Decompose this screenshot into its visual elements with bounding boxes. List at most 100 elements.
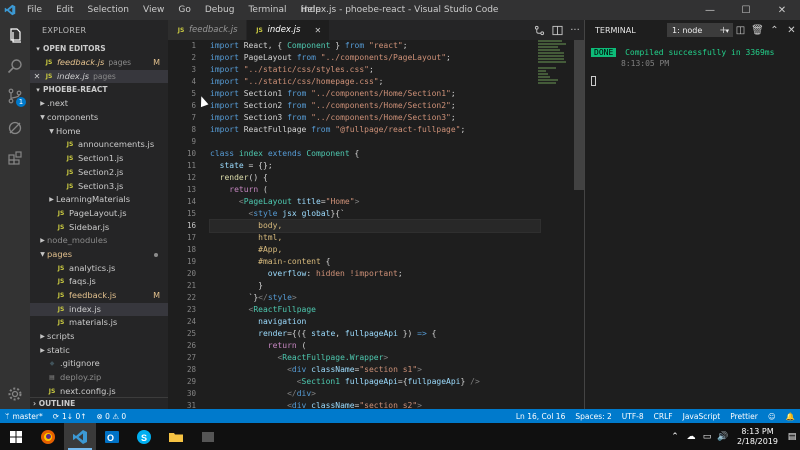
tree-folder[interactable]: ▶ scripts: [30, 330, 168, 344]
notifications-bell-icon[interactable]: 🔔: [781, 409, 800, 423]
tree-folder[interactable]: ▼ components: [30, 111, 168, 125]
prettier-status[interactable]: Prettier: [725, 409, 763, 423]
code-line[interactable]: </div>: [210, 388, 540, 400]
maximize-button[interactable]: ☐: [728, 0, 764, 20]
code-line[interactable]: }: [210, 280, 540, 292]
tree-file[interactable]: JS Section2.js: [30, 166, 168, 180]
onedrive-icon[interactable]: ☁: [683, 423, 699, 450]
sync-status[interactable]: ⟳ 1↓ 0↑: [48, 409, 92, 423]
code-line[interactable]: import Section3 from "../components/Home…: [210, 112, 540, 124]
code-line[interactable]: import React, { Component } from "react"…: [210, 40, 540, 52]
source-control-icon[interactable]: 1: [0, 82, 30, 110]
code-line[interactable]: <Section1 fullpageApi={fullpageApi} />: [210, 376, 540, 388]
code-line[interactable]: <PageLayout title="Home">: [210, 196, 540, 208]
app-window-icon[interactable]: [192, 423, 224, 450]
close-window-button[interactable]: ✕: [764, 0, 800, 20]
tree-file[interactable]: JS announcements.js: [30, 138, 168, 152]
tree-file[interactable]: JS Section1.js: [30, 152, 168, 166]
network-icon[interactable]: ▭: [699, 423, 715, 450]
code-line[interactable]: return (: [210, 184, 540, 196]
code-content[interactable]: import React, { Component } from "react"…: [209, 40, 541, 409]
close-panel-icon[interactable]: ✕: [783, 20, 800, 40]
menu-view[interactable]: View: [136, 0, 171, 20]
git-branch[interactable]: ᛘ master*: [0, 409, 48, 423]
tab-feedback-js[interactable]: JS feedback.js: [168, 20, 247, 40]
new-terminal-icon[interactable]: +: [715, 20, 732, 40]
code-line[interactable]: #App,: [210, 244, 540, 256]
project-header[interactable]: ▾ PHOEBE-REACT: [30, 83, 168, 97]
editor-scrollbar[interactable]: [574, 40, 584, 409]
outlook-icon[interactable]: O: [96, 423, 128, 450]
terminal-tab[interactable]: TERMINAL: [595, 26, 636, 35]
tree-folder[interactable]: ▶ static: [30, 344, 168, 358]
tree-file[interactable]: JS materials.js: [30, 316, 168, 330]
menu-terminal[interactable]: Terminal: [241, 0, 293, 20]
tree-file[interactable]: JS Sidebar.js: [30, 221, 168, 235]
windows-start-icon[interactable]: [0, 423, 32, 450]
close-icon[interactable]: ✕: [30, 70, 44, 84]
code-line[interactable]: navigation: [210, 316, 540, 328]
open-editors-header[interactable]: ▾ OPEN EDITORS: [30, 42, 168, 56]
chevron-up-icon[interactable]: ⌃: [667, 423, 683, 450]
code-line[interactable]: <style jsx global}{`: [210, 208, 540, 220]
split-editor-icon[interactable]: [548, 20, 566, 40]
code-line[interactable]: [210, 136, 540, 148]
indentation[interactable]: Spaces: 2: [570, 409, 616, 423]
extensions-icon[interactable]: [0, 144, 30, 172]
code-line[interactable]: #main-content {: [210, 256, 540, 268]
volume-icon[interactable]: 🔊: [715, 423, 731, 450]
cursor-position[interactable]: Ln 16, Col 16: [511, 409, 570, 423]
code-line[interactable]: import ReactFullpage from "@fullpage/rea…: [210, 124, 540, 136]
code-line[interactable]: <ReactFullpage.Wrapper>: [210, 352, 540, 364]
code-line[interactable]: import Section1 from "../components/Home…: [210, 88, 540, 100]
tree-file[interactable]: JS analytics.js: [30, 262, 168, 276]
tree-file[interactable]: JS PageLayout.js: [30, 207, 168, 221]
debug-icon[interactable]: [0, 114, 30, 142]
minimap[interactable]: [538, 40, 570, 100]
outline-header[interactable]: › OUTLINE: [30, 397, 168, 409]
split-terminal-icon[interactable]: ◫: [732, 20, 749, 40]
skype-icon[interactable]: S: [128, 423, 160, 450]
close-tab-icon[interactable]: ✕: [314, 26, 321, 35]
encoding[interactable]: UTF-8: [617, 409, 649, 423]
open-changes-icon[interactable]: [530, 20, 548, 40]
code-line[interactable]: <div className="section s1">: [210, 364, 540, 376]
end-of-line[interactable]: CRLF: [649, 409, 678, 423]
language-mode[interactable]: JavaScript: [678, 409, 726, 423]
code-line[interactable]: <ReactFullpage: [210, 304, 540, 316]
code-line[interactable]: import PageLayout from "../components/Pa…: [210, 52, 540, 64]
vscode-taskbar-icon[interactable]: [64, 423, 96, 450]
code-line[interactable]: import "../static/css/homepage.css";: [210, 76, 540, 88]
open-editor-item[interactable]: JS feedback.js pages M: [30, 56, 168, 70]
tree-file[interactable]: ◆ .gitignore: [30, 357, 168, 371]
feedback-smiley-icon[interactable]: ☺: [763, 409, 781, 423]
terminal-output[interactable]: DONE Compiled successfully in 3369ms 8:1…: [591, 48, 774, 86]
firefox-icon[interactable]: [32, 423, 64, 450]
taskbar-clock[interactable]: 8:13 PM 2/18/2019: [731, 427, 784, 447]
tree-folder[interactable]: ▶ node_modules: [30, 234, 168, 248]
minimize-button[interactable]: —: [692, 0, 728, 20]
tree-file[interactable]: JS Section3.js: [30, 180, 168, 194]
menu-selection[interactable]: Selection: [81, 0, 136, 20]
code-line[interactable]: body,: [209, 219, 541, 233]
code-line[interactable]: <div className="section s2">: [210, 400, 540, 409]
tab-index-js[interactable]: JS index.js ✕: [246, 20, 331, 40]
menu-debug[interactable]: Debug: [198, 0, 242, 20]
code-line[interactable]: render={({ state, fullpageApi }) => {: [210, 328, 540, 340]
search-icon[interactable]: [0, 52, 30, 80]
open-editor-item[interactable]: ✕ JS index.js pages: [30, 69, 168, 84]
maximize-panel-icon[interactable]: ⌃: [766, 20, 783, 40]
tree-folder[interactable]: ▼ pages: [30, 248, 168, 262]
code-line[interactable]: overflow: hidden !important;: [210, 268, 540, 280]
menu-edit[interactable]: Edit: [49, 0, 80, 20]
tree-folder[interactable]: ▶ .next: [30, 97, 168, 111]
kill-terminal-icon[interactable]: 🗑: [749, 20, 766, 40]
code-line[interactable]: render() {: [210, 172, 540, 184]
problems-status[interactable]: ⊗ 0 ⚠ 0: [92, 409, 132, 423]
more-actions-icon[interactable]: ···: [566, 20, 584, 40]
tree-folder[interactable]: ▼ Home: [30, 125, 168, 139]
code-line[interactable]: import Section2 from "../components/Home…: [210, 100, 540, 112]
code-line[interactable]: html,: [210, 232, 540, 244]
scrollbar-thumb[interactable]: [574, 40, 584, 190]
code-line[interactable]: class index extends Component {: [210, 148, 540, 160]
